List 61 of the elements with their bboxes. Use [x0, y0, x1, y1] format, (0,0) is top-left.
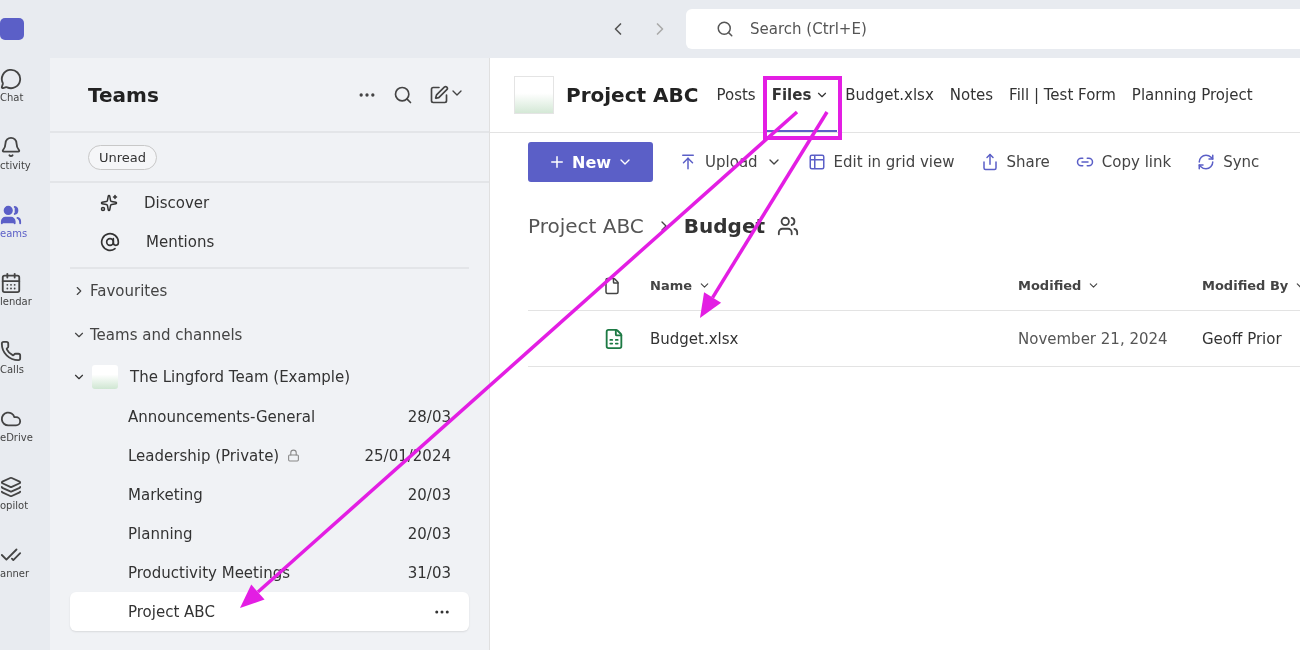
- sync-icon: [1197, 153, 1216, 171]
- channel-item[interactable]: Planning 20/03: [70, 514, 469, 553]
- channel-tab[interactable]: Budget.xlsx: [837, 58, 942, 132]
- sparkle-icon: [100, 193, 118, 212]
- rail-item[interactable]: Calls: [0, 340, 50, 398]
- rail-item[interactable]: Chat: [0, 68, 50, 126]
- phone-icon: [0, 340, 22, 362]
- grid-icon: [807, 153, 826, 171]
- layers-icon: [0, 476, 22, 498]
- search-icon: [716, 20, 734, 38]
- spreadsheet-icon: [603, 327, 625, 350]
- panel-title: Teams: [88, 82, 160, 107]
- column-header[interactable]: Name: [650, 278, 692, 293]
- rail-item[interactable]: ctivity: [0, 136, 50, 194]
- rail-item[interactable]: eDrive: [0, 408, 50, 466]
- lock-icon: [287, 449, 301, 462]
- app-logo-icon[interactable]: [0, 18, 24, 40]
- nav-link[interactable]: Discover: [50, 183, 489, 222]
- channel-item[interactable]: Project ABC: [70, 592, 469, 631]
- column-header[interactable]: Modified By: [1202, 278, 1289, 293]
- search-field[interactable]: Search (Ctrl+E): [686, 9, 1300, 49]
- search-icon[interactable]: [393, 84, 413, 105]
- people-icon: [777, 215, 800, 237]
- new-button[interactable]: New: [528, 142, 654, 182]
- rail-item[interactable]: eams: [0, 204, 50, 262]
- rail-item[interactable]: lendar: [0, 272, 50, 330]
- rail-item[interactable]: anner: [0, 544, 50, 602]
- calendar-icon: [0, 272, 22, 294]
- at-sign-icon: [100, 231, 120, 252]
- modified-by: Geoff Prior: [1202, 329, 1282, 348]
- channel-tab[interactable]: Notes: [941, 58, 1002, 132]
- channel-logo: [514, 76, 554, 114]
- channel-tab[interactable]: Planning Project: [1123, 58, 1261, 132]
- section-header[interactable]: Teams and channels: [50, 313, 489, 357]
- rail-item[interactable]: opilot: [0, 476, 50, 534]
- chat-bubble-icon: [0, 68, 22, 90]
- plus-icon: [548, 153, 566, 171]
- file-name[interactable]: Budget.xlsx: [650, 329, 739, 348]
- toolbar-button[interactable]: Sync: [1197, 153, 1260, 171]
- channel-title: Project ABC: [566, 83, 699, 107]
- toolbar-button[interactable]: Edit in grid view: [807, 153, 955, 171]
- toolbar-button[interactable]: Copy link: [1075, 153, 1172, 171]
- compose-icon[interactable]: [429, 84, 449, 105]
- column-header[interactable]: Modified: [1018, 278, 1082, 293]
- channel-item[interactable]: Announcements-General 28/03: [70, 397, 469, 436]
- section-header[interactable]: Favourites: [50, 269, 489, 313]
- channel-tab[interactable]: Files: [763, 58, 838, 132]
- file-type-icon: [603, 276, 621, 295]
- nav-link[interactable]: Mentions: [50, 222, 489, 261]
- share-icon: [980, 153, 999, 171]
- filter-chip[interactable]: Unread: [88, 144, 158, 170]
- bell-icon: [0, 136, 22, 158]
- team-item[interactable]: The Lingford Team (Example): [50, 357, 489, 397]
- channel-tab[interactable]: Posts: [708, 58, 764, 132]
- channel-tab[interactable]: Fill | Test Form: [1001, 58, 1124, 132]
- team-logo: [92, 365, 118, 389]
- channel-item[interactable]: Marketing 20/03: [70, 475, 469, 514]
- breadcrumb-item[interactable]: Project ABC: [528, 214, 644, 238]
- people-icon: [0, 204, 22, 226]
- toolbar-button[interactable]: Share: [980, 153, 1050, 171]
- modified-date: November 21, 2024: [1018, 329, 1168, 348]
